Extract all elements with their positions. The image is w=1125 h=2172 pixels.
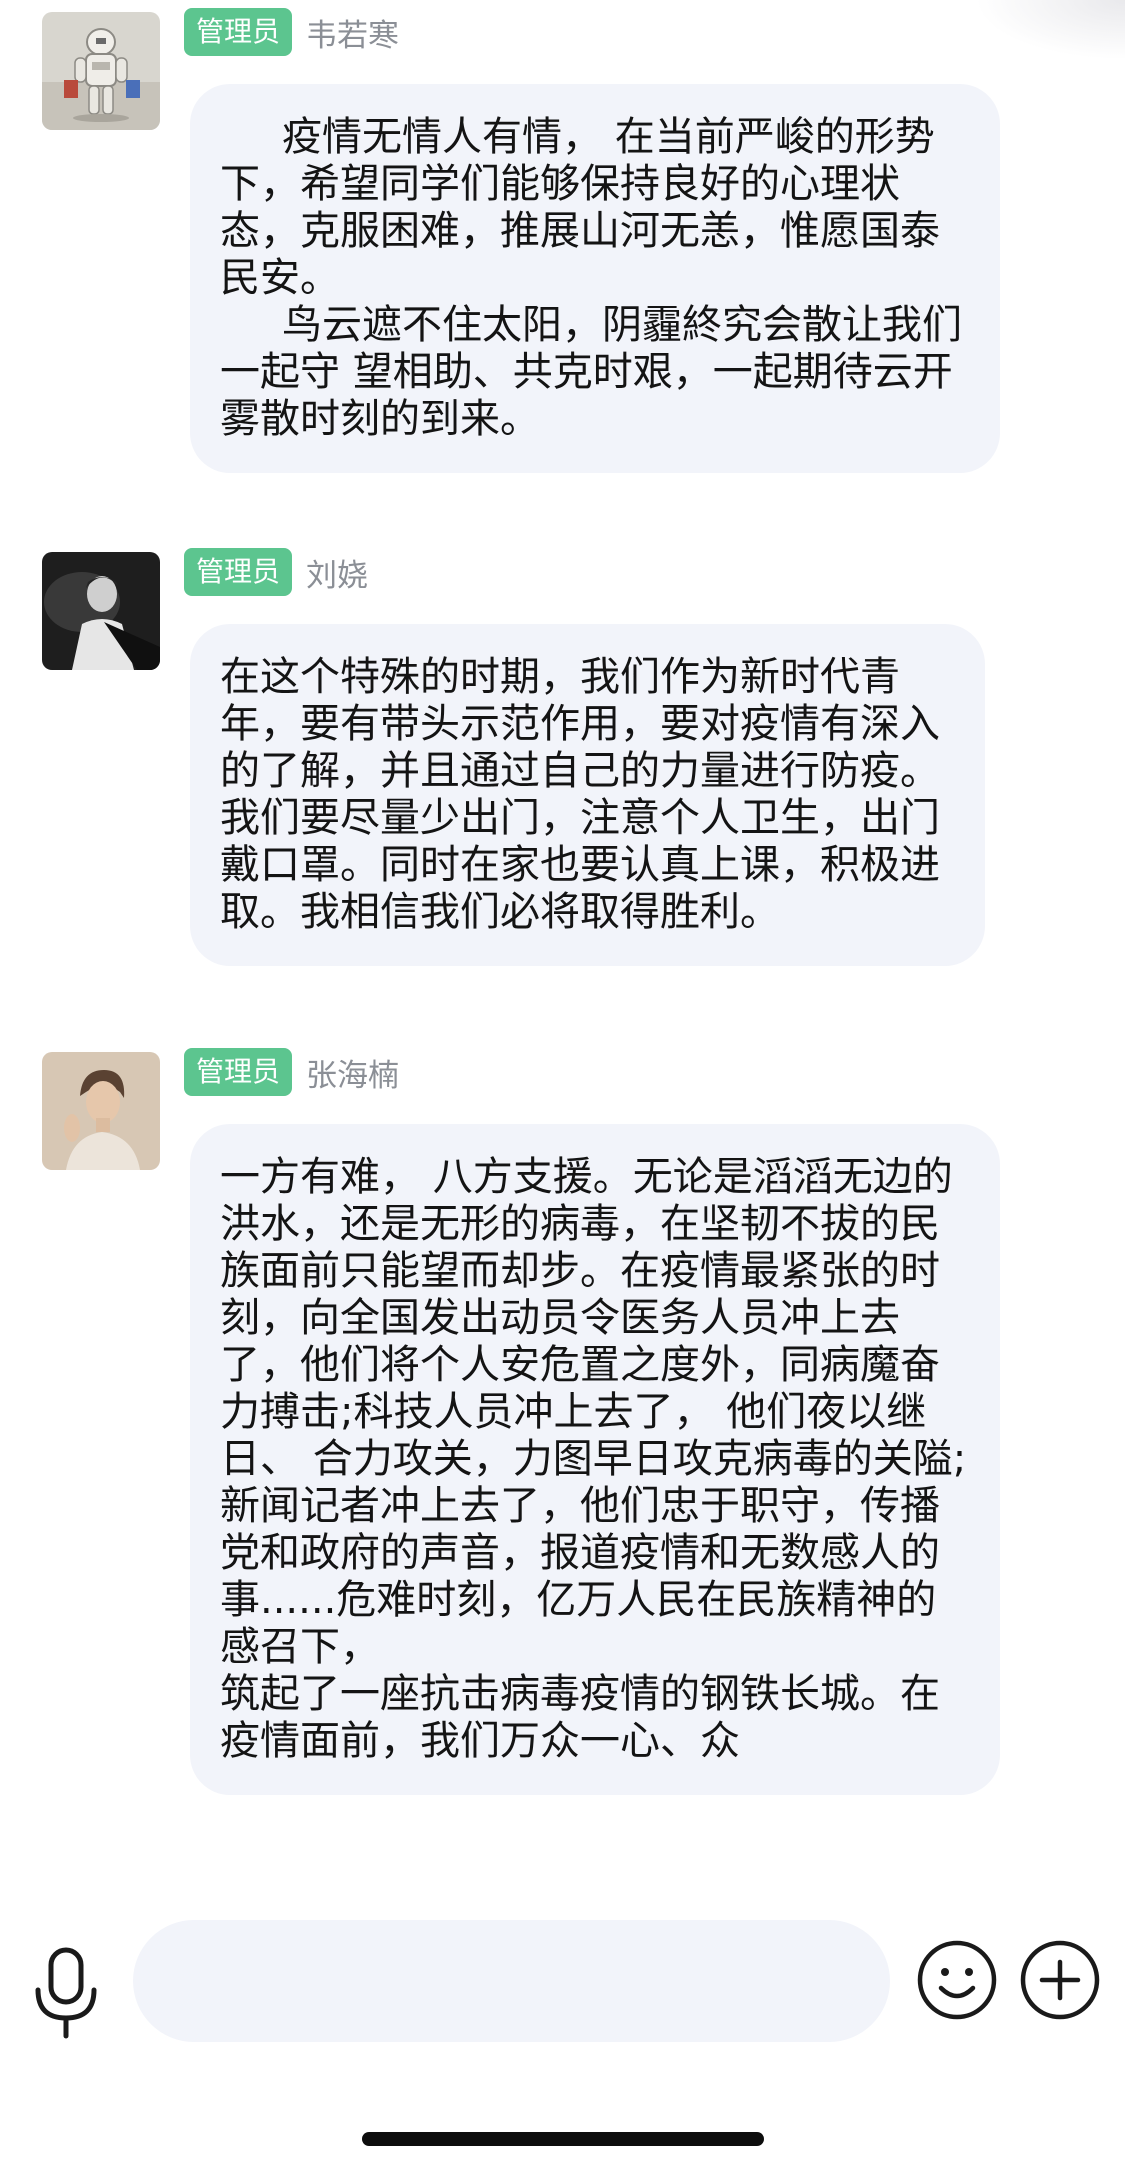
sender-info: 管理员 韦若寒 <box>184 4 399 60</box>
message-bubble[interactable]: 一方有难， 八方支援。无论是滔滔无边的洪水，还是无形的病毒，在坚韧不拔的民族面前… <box>190 1124 1000 1795</box>
more-button[interactable] <box>1018 1938 1102 2022</box>
person-portrait-avatar-icon <box>42 1052 160 1170</box>
chat-message-list[interactable]: 管理员 韦若寒 疫情无情人有情， 在当前严峻的形势下，希望同学们能够保持良好的心… <box>0 0 1125 1890</box>
home-indicator[interactable] <box>362 2132 764 2146</box>
plus-icon <box>1020 1940 1100 2020</box>
sender-name[interactable]: 韦若寒 <box>306 10 399 55</box>
admin-badge: 管理员 <box>184 8 293 56</box>
smiley-icon <box>917 1940 997 2020</box>
microphone-icon <box>35 1947 97 2039</box>
emoji-button[interactable] <box>915 1938 999 2022</box>
avatar[interactable] <box>42 552 160 670</box>
chat-input-bar <box>0 1890 1125 2172</box>
admin-badge: 管理员 <box>184 1048 293 1096</box>
sender-info: 管理员 张海楠 <box>184 1044 399 1100</box>
voice-button[interactable] <box>28 1946 104 2042</box>
message-paragraph: 筑起了一座抗击病毒疫情的钢铁长城。在疫情面前，我们万众一心、众 <box>220 1671 940 1764</box>
sender-name[interactable]: 张海楠 <box>306 1050 399 1095</box>
message-paragraph: 一方有难， 八方支援。无论是滔滔无边的洪水，还是无形的病毒，在坚韧不拔的民族面前… <box>220 1154 967 1670</box>
message-bubble[interactable]: 在这个特殊的时期，我们作为新时代青年，要有带头示范作用，要对疫情有深入的了解，并… <box>190 624 985 966</box>
astronaut-avatar-icon <box>42 12 160 130</box>
person-dark-avatar-icon <box>42 552 160 670</box>
avatar[interactable] <box>42 12 160 130</box>
message-input[interactable] <box>133 1920 890 2042</box>
sender-name[interactable]: 刘娆 <box>306 550 368 595</box>
message-paragraph: 疫情无情人有情， 在当前严峻的形势下，希望同学们能够保持良好的心理状态，克服困难… <box>220 114 940 301</box>
message-paragraph: 鸟云遮不住太阳，阴霾終究会散让我们一起守 望相助、共克时艰，一起期待云开雾散时刻… <box>220 302 962 442</box>
message-bubble[interactable]: 疫情无情人有情， 在当前严峻的形势下，希望同学们能够保持良好的心理状态，克服困难… <box>190 84 1000 473</box>
avatar[interactable] <box>42 1052 160 1170</box>
admin-badge: 管理员 <box>184 548 293 596</box>
message-paragraph: 在这个特殊的时期，我们作为新时代青年，要有带头示范作用，要对疫情有深入的了解，并… <box>220 654 940 935</box>
sender-info: 管理员 刘娆 <box>184 544 368 600</box>
